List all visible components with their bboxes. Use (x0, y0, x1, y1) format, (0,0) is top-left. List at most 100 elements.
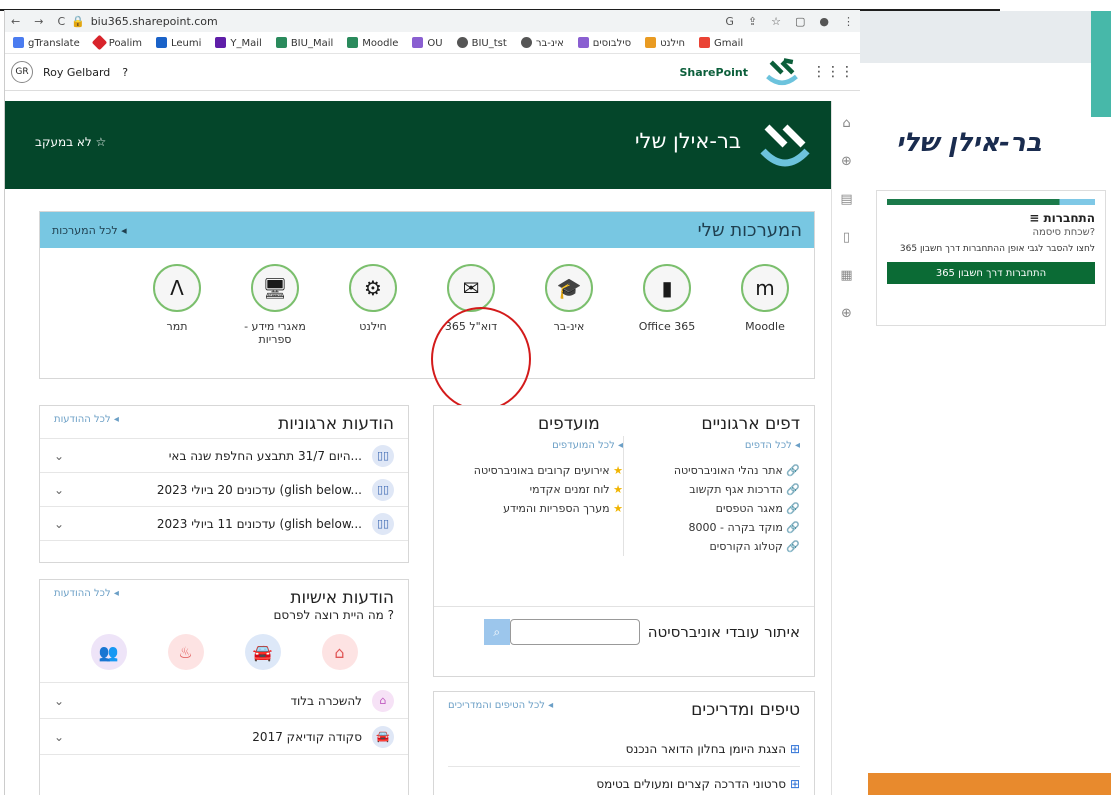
file-icon[interactable]: ▯ (832, 223, 860, 253)
bookmark-moodle[interactable]: Moodle (347, 36, 398, 49)
follow-button[interactable]: לא במעקב ☆ (35, 135, 106, 149)
home-icon: ⌂ (372, 689, 394, 712)
chevron-down-icon[interactable]: ⌄ (54, 449, 74, 463)
bookmark-gtranslate[interactable]: gTranslate (13, 36, 80, 49)
tip-link[interactable]: הצגת היומן בחלון הדואר הנכנס (626, 742, 786, 756)
forward-icon[interactable]: → (34, 15, 43, 28)
news-row[interactable]: ▯▯ היום 31/7 תתבצע החלפת שנה באי... ⌄ (40, 439, 408, 473)
personal-news-card: לכל ההודעות ◂ הודעות אישיות מה היית רוצה… (39, 579, 409, 795)
car-icon[interactable]: 🚘 (244, 634, 281, 670)
share-icon[interactable]: ⇪ (748, 15, 757, 28)
sidepanel-icon[interactable]: ▢ (795, 15, 805, 28)
page-link[interactable]: קטלוג הקורסים (709, 540, 782, 553)
favorites-title: מועדפים (538, 414, 600, 434)
list-icon[interactable]: ▦ (832, 261, 860, 291)
bookmark-ou[interactable]: OU (412, 36, 443, 49)
all-favorites-link[interactable]: לכל המועדפים ◂ (448, 436, 623, 455)
bookmark-leumi[interactable]: Leumi (155, 36, 201, 49)
plus-icon: ⊞ (789, 777, 800, 791)
site-title[interactable]: בר-אילן שלי (635, 129, 741, 153)
bookmark-poalim[interactable]: Poalim (91, 34, 142, 50)
app-launcher-icon[interactable]: ⋮⋮⋮ (812, 64, 854, 80)
globe-icon[interactable]: ⊕ (832, 147, 860, 177)
search-icon[interactable]: ⌕ (483, 619, 510, 645)
bookmark-syllabus[interactable]: סילבוסים (577, 36, 631, 49)
slide: ← → C 🔒 biu365.sharepoint.com G ⇪ ☆ ▢ ● ⋮ gTran… (0, 0, 1111, 795)
profile-icon[interactable]: ● (819, 15, 829, 28)
graduation-cap-icon: 🎓 (545, 264, 593, 312)
bookmarks-bar: gTranslate Poalim Leumi Y_Mail BIU_Mail … (5, 32, 860, 54)
address-bar: ← → C 🔒 biu365.sharepoint.com G ⇪ ☆ ▢ ● ⋮ (5, 10, 860, 32)
bookmark-biutst[interactable]: BIU_tst (456, 36, 507, 49)
news-row[interactable]: ▯▯ עדכונים 11 ביולי 2023 (glish below... ⌄ (40, 507, 408, 541)
personal-row[interactable]: ⌂ להשכרה בלוד ⌄ (40, 683, 408, 719)
page-link[interactable]: מאגר הטפסים (716, 502, 783, 515)
right-rail: ⌂ ⊕ ▤ ▯ ▦ ⊕ (831, 101, 860, 795)
orange-bar (868, 773, 1111, 795)
menu-icon[interactable]: ⋮ (843, 15, 854, 28)
page-link[interactable]: מוקד בקרה - 8000 (689, 521, 783, 534)
chevron-down-icon[interactable]: ⌄ (54, 694, 74, 708)
moodle-icon: m (741, 264, 789, 312)
all-pages-link[interactable]: לכל הדפים ◂ (632, 436, 800, 455)
bookmark-hilnet[interactable]: חילנט (645, 36, 685, 49)
personal-row[interactable]: 🚘 סקודה קודיאק 2017 ⌄ (40, 719, 408, 755)
my-systems-panel: לכל המערכות ◂ המערכות שלי m Moodle ▮ Offic… (39, 211, 815, 379)
highlight-circle (431, 307, 531, 411)
staff-search-input[interactable] (509, 619, 640, 645)
star-icon[interactable]: ☆ (771, 15, 781, 28)
system-hilnet[interactable]: ⚙ חילנט (324, 264, 422, 346)
google-icon[interactable]: G (725, 15, 734, 28)
chevron-down-icon[interactable]: ⌄ (54, 483, 74, 497)
staff-search-label: איתור עובדי אוניברסיטה (647, 623, 800, 641)
forgot-password-link[interactable]: שכחת סיסמה? (887, 227, 1095, 238)
login-365-button[interactable]: התחברות דרך חשבון 365 (887, 262, 1095, 284)
system-tamar[interactable]: Λ תמר (128, 264, 226, 346)
bookmark-biumail[interactable]: BIU_Mail (275, 36, 333, 49)
news-row[interactable]: ▯▯ עדכונים 20 ביולי 2023 (glish below... ⌄ (40, 473, 408, 507)
tip-link[interactable]: סרטוני הדרכה קצרים ומעולים בטימס (596, 777, 786, 791)
biu-logo-icon[interactable] (764, 56, 800, 88)
all-systems-link[interactable]: לכל המערכות ◂ (52, 224, 127, 237)
page-link[interactable]: הדרכות אגף תקשוב (689, 483, 783, 496)
login-title: ≡ התחברות (1029, 211, 1095, 225)
slide-accent-strip (1091, 11, 1111, 117)
bookmark-ymail[interactable]: Y_Mail (215, 36, 262, 49)
chevron-down-icon[interactable]: ⌄ (54, 517, 74, 531)
chef-icon[interactable]: ♨ (167, 634, 204, 670)
add-icon[interactable]: ⊕ (832, 299, 860, 329)
sharepoint-label[interactable]: SharePoint (679, 66, 748, 79)
all-org-news-link[interactable]: לכל ההודעות ◂ (54, 414, 119, 425)
avatar[interactable]: GR (11, 61, 33, 83)
plus-icon: ⊞ (789, 742, 800, 756)
org-news-title: הודעות ארגוניות (278, 414, 394, 434)
sharepoint-bar: GR Roy Gelbard ? SharePoint ⋮⋮⋮ (5, 54, 860, 91)
all-tips-link[interactable]: לכל הטיפים והמדריכים ◂ (448, 700, 553, 711)
favorite-events[interactable]: אירועים קרובים באוניברסיטה (474, 464, 610, 477)
system-libraries[interactable]: 🖥 מאגרי מידע - ספריות (226, 264, 324, 346)
system-inbar[interactable]: 🎓 אינ-בר (520, 264, 618, 346)
bookmark-inbar[interactable]: אינ-בר (520, 36, 564, 49)
car-icon: 🚘 (372, 725, 394, 748)
favorite-library[interactable]: מערך הספריות והמידע (503, 502, 610, 515)
reload-icon[interactable]: C (57, 15, 65, 28)
back-icon[interactable]: ← (11, 15, 20, 28)
site-header: לא במעקב ☆ בר-אילן שלי (5, 101, 831, 189)
login-bar (887, 199, 1095, 205)
page-link[interactable]: אתר נהלי האוניברסיטה (674, 464, 783, 477)
system-office365[interactable]: ▮ Office 365 (618, 264, 716, 346)
favorite-schedule[interactable]: לוח זמנים אקדמי (530, 483, 610, 496)
login-explain-link[interactable]: לחצו להסבר לגבי אופן ההתחברות דרך חשבון … (887, 244, 1095, 254)
url-field[interactable]: biu365.sharepoint.com (91, 15, 726, 28)
all-personal-news-link[interactable]: לכל ההודעות ◂ (54, 588, 119, 599)
bookmark-gmail[interactable]: Gmail (699, 36, 743, 49)
help-icon[interactable]: ? (122, 66, 128, 79)
news-icon[interactable]: ▤ (832, 185, 860, 215)
browser-window: ← → C 🔒 biu365.sharepoint.com G ⇪ ☆ ▢ ● ⋮ gTran… (4, 10, 860, 795)
system-moodle[interactable]: m Moodle (716, 264, 814, 346)
book-icon: ▯▯ (372, 444, 394, 467)
chevron-down-icon[interactable]: ⌄ (54, 730, 74, 744)
people-icon[interactable]: 👥 (90, 634, 127, 670)
home-icon[interactable]: ⌂ (832, 109, 860, 139)
home-icon[interactable]: ⌂ (321, 634, 358, 670)
